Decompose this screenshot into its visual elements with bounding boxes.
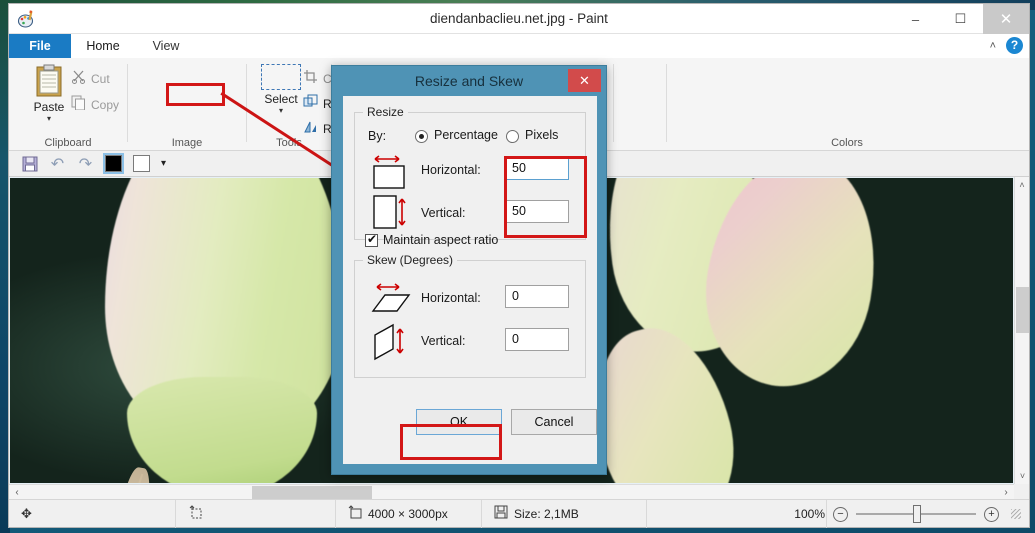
skew-horizontal-input[interactable]: 0 (505, 285, 569, 308)
qat-color2-swatch[interactable] (133, 155, 150, 172)
scroll-left-icon[interactable]: ‹ (9, 485, 25, 499)
ribbon-tabs: File Home View ˄ ? (9, 34, 1029, 58)
group-clipboard: Paste ▾ Cut Copy Clipboard (9, 58, 127, 151)
vertical-skew-icon (369, 321, 415, 372)
tab-home[interactable]: Home (71, 34, 135, 58)
horizontal-skew-icon (369, 279, 415, 326)
dialog-title-bar: Resize and Skew ✕ (332, 66, 606, 96)
cut-label: Cut (91, 72, 110, 86)
image-group-label: Image (171, 137, 203, 149)
cursor-position-icon: ✥ (21, 505, 32, 521)
dialog-body: Resize By: Percentage Pixels Horizontal:… (343, 96, 597, 464)
percentage-label[interactable]: Percentage (434, 128, 498, 142)
status-bar: ✥ 4000 × 3000px Size: 2,1MB 100% − + (9, 499, 1029, 528)
save-icon[interactable] (21, 155, 38, 172)
help-icon[interactable]: ? (1006, 37, 1023, 54)
window-title: diendanbaclieu.net.jpg - Paint (430, 11, 608, 26)
resize-vertical-label: Vertical: (421, 206, 466, 220)
image-size-icon (348, 505, 362, 522)
copy-icon (71, 95, 86, 115)
title-bar: diendanbaclieu.net.jpg - Paint – ☐ ✕ (9, 4, 1029, 34)
status-selection-cell (176, 499, 336, 528)
scroll-up-icon[interactable]: ˄ (1015, 177, 1029, 193)
clipboard-group-label: Clipboard (44, 137, 92, 149)
cut-button[interactable]: Cut (71, 66, 119, 92)
group-colors: Color 1 Color 2 (667, 58, 1031, 151)
pixels-radio[interactable] (506, 130, 519, 143)
tab-view[interactable]: View (135, 34, 197, 58)
dialog-close-button[interactable]: ✕ (568, 69, 601, 92)
qat-color1-swatch[interactable] (103, 153, 124, 174)
resize-legend: Resize (363, 105, 408, 119)
scroll-right-icon[interactable]: › (998, 485, 1014, 499)
file-size-icon (494, 505, 508, 522)
resize-and-skew-dialog: Resize and Skew ✕ Resize By: Percentage … (331, 65, 607, 475)
status-image-size-cell: 4000 × 3000px (336, 499, 482, 528)
ribbon-right-controls: ˄ ? (990, 37, 1023, 54)
copy-label: Copy (91, 98, 120, 112)
by-label: By: (368, 129, 387, 143)
zoom-slider[interactable] (856, 505, 976, 523)
undo-icon[interactable]: ↶ (49, 155, 66, 173)
clipboard-icon (34, 64, 64, 98)
maintain-aspect-ratio-checkbox[interactable] (365, 232, 378, 247)
horizontal-scroll-thumb[interactable] (252, 486, 372, 499)
colors-group-label: Colors (831, 137, 863, 149)
redo-icon[interactable]: ↷ (77, 155, 94, 173)
horizontal-scrollbar[interactable]: ‹ › (9, 484, 1014, 499)
paste-button[interactable]: Paste ▾ (23, 64, 75, 123)
percentage-radio[interactable] (415, 130, 428, 143)
resize-vertical-input[interactable]: 50 (505, 200, 569, 223)
window-controls: – ☐ ✕ (893, 4, 1029, 34)
tabstrip-fill (197, 34, 1029, 58)
file-size-value: Size: 2,1MB (514, 506, 579, 521)
paste-label: Paste (33, 100, 65, 114)
image-size-value: 4000 × 3000px (368, 506, 448, 521)
skew-section: Skew (Degrees) Horizontal: 0 Vertical: 0 (354, 253, 586, 378)
skew-legend: Skew (Degrees) (363, 253, 458, 267)
group-size: Size ▾ (614, 58, 666, 151)
pixels-label[interactable]: Pixels (525, 128, 558, 142)
tools-group-label: Tools (276, 137, 302, 149)
scroll-down-icon[interactable]: ˅ (1015, 468, 1029, 484)
minimize-button[interactable]: – (893, 4, 938, 34)
zoom-in-button[interactable]: + (984, 506, 999, 522)
zoom-out-button[interactable]: − (833, 506, 848, 522)
zoom-percent: 100% (794, 507, 825, 521)
paste-caret-icon[interactable]: ▾ (23, 114, 75, 123)
group-image: Select ▾ Crop (128, 58, 367, 151)
skew-horizontal-label: Horizontal: (421, 291, 481, 305)
skew-vertical-input[interactable]: 0 (505, 328, 569, 351)
scissors-icon (71, 69, 86, 89)
cancel-button[interactable]: Cancel (511, 409, 597, 435)
zoom-slider-thumb[interactable] (913, 505, 921, 523)
screen: diendanbaclieu.net.jpg - Paint – ☐ ✕ Fil… (0, 0, 1035, 533)
skew-vertical-label: Vertical: (421, 334, 466, 348)
chevron-up-icon[interactable]: ˄ (990, 40, 996, 52)
status-file-size-cell: Size: 2,1MB (482, 499, 647, 528)
scrollbar-corner (1014, 484, 1029, 499)
group-tools: A (247, 58, 561, 151)
resize-section: Resize By: Percentage Pixels Horizontal:… (354, 105, 586, 240)
resize-horizontal-label: Horizontal: (421, 163, 481, 177)
close-button[interactable]: ✕ (983, 4, 1029, 34)
copy-button[interactable]: Copy (71, 92, 119, 118)
cut-copy-stack: Cut Copy (71, 66, 119, 118)
resize-horizontal-input[interactable]: 50 (505, 157, 569, 180)
status-cursor-cell: ✥ (9, 499, 176, 528)
zoom-controls: 100% − + (794, 500, 1021, 528)
dialog-title: Resize and Skew (414, 73, 524, 89)
maximize-button[interactable]: ☐ (938, 4, 983, 34)
maintain-aspect-ratio-label[interactable]: Maintain aspect ratio (383, 233, 498, 247)
selection-size-icon (188, 505, 202, 522)
tab-file[interactable]: File (9, 34, 71, 58)
resize-grip-icon[interactable] (1011, 509, 1021, 519)
vertical-scrollbar[interactable]: ˄ ˅ (1014, 177, 1029, 484)
ok-button[interactable]: OK (416, 409, 502, 435)
customize-qat-caret-icon[interactable]: ▾ (161, 158, 166, 169)
vertical-scroll-thumb[interactable] (1016, 287, 1029, 333)
